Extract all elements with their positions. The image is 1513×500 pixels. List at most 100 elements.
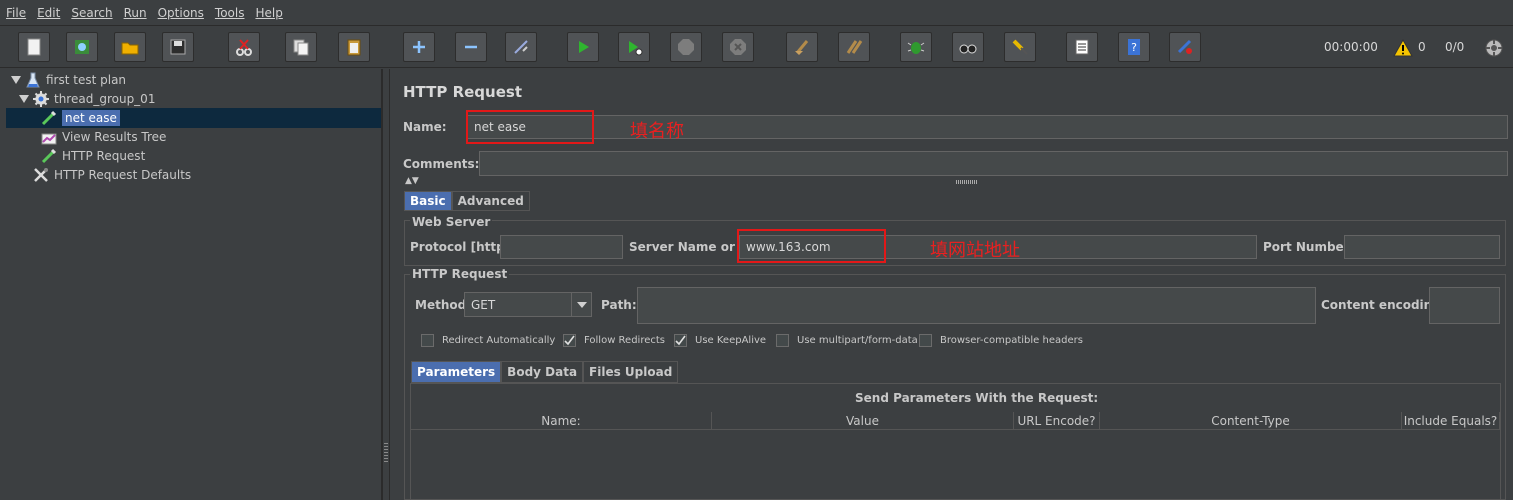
scissors-icon (236, 39, 252, 56)
plus-icon (413, 41, 425, 53)
split-divider[interactable] (382, 69, 390, 500)
clipboard-icon (347, 39, 361, 56)
parameters-table-title: Send Parameters With the Request: (855, 391, 1099, 405)
http-request-panel: HTTP Request Name: net ease 填名称 Comments… (391, 69, 1513, 500)
resize-handle-icon[interactable] (956, 180, 978, 184)
remote-icon (1177, 39, 1192, 54)
broom-icon (795, 40, 809, 55)
yellow-broom-icon (1012, 39, 1028, 55)
search-button[interactable] (952, 32, 984, 62)
open-button[interactable] (114, 32, 146, 62)
checkbox-box[interactable] (919, 334, 932, 347)
warnings-count: 0 (1418, 40, 1426, 54)
new-document-icon (27, 38, 41, 56)
remote-status-icon[interactable] (1484, 38, 1504, 58)
collapse-arrows-icon[interactable]: ▲▼ (405, 176, 419, 186)
menu-help[interactable]: Help (255, 6, 282, 20)
tab-parameters[interactable]: Parameters (411, 361, 502, 383)
page-title: HTTP Request (403, 83, 522, 101)
column-header-name[interactable]: Name: (411, 412, 712, 430)
remote-button[interactable] (1169, 32, 1201, 62)
menu-run[interactable]: Run (124, 6, 147, 20)
help-book-icon: ? (1128, 39, 1140, 55)
follow-redirects-checkbox[interactable]: Follow Redirects (563, 334, 665, 347)
tree-item-test-plan[interactable]: first test plan (10, 70, 126, 89)
column-header-include-equals[interactable]: Include Equals? (1402, 412, 1500, 430)
expanded-arrow-icon[interactable] (18, 93, 30, 105)
tree-item-view-results-tree[interactable]: View Results Tree (40, 127, 166, 146)
log-viewer-button[interactable] (1066, 32, 1098, 62)
server-annotation: 填网站地址 (930, 240, 1020, 261)
redirect-automatically-checkbox[interactable]: Redirect Automatically (421, 334, 555, 347)
thread-ratio: 0/0 (1445, 40, 1465, 54)
tree-item-http-request[interactable]: HTTP Request (40, 146, 145, 165)
comments-label: Comments: (403, 157, 480, 171)
content-encoding-field[interactable] (1429, 287, 1500, 324)
stop-button[interactable] (670, 32, 702, 62)
checkbox-box[interactable] (563, 334, 576, 347)
expand-button[interactable] (403, 32, 435, 62)
parameters-table-header: Name: Value URL Encode? Content-Type Inc… (411, 412, 1500, 430)
use-multipart-checkbox[interactable]: Use multipart/form-data (776, 334, 918, 347)
svg-text:?: ? (1131, 41, 1137, 54)
flask-icon (24, 71, 42, 89)
tab-advanced[interactable]: Advanced (451, 191, 530, 211)
save-icon (170, 39, 186, 55)
comments-field[interactable] (479, 151, 1508, 176)
collapse-button[interactable] (455, 32, 487, 62)
wrench-icon (32, 166, 50, 184)
protocol-field[interactable] (500, 235, 623, 259)
checkbox-box[interactable] (776, 334, 789, 347)
brooms-icon (846, 40, 863, 54)
copy-button[interactable] (285, 32, 317, 62)
divider-grip[interactable] (384, 442, 388, 462)
name-field[interactable]: net ease (467, 115, 1508, 139)
chevron-down-icon[interactable] (571, 293, 591, 316)
help-button[interactable]: ? (1118, 32, 1150, 62)
binoculars-icon (959, 44, 977, 54)
save-button[interactable] (162, 32, 194, 62)
checkmark-icon (675, 335, 686, 346)
expanded-arrow-icon[interactable] (10, 74, 22, 86)
toggle-button[interactable] (505, 32, 537, 62)
tab-body-data[interactable]: Body Data (501, 361, 584, 383)
clear-all-button[interactable] (838, 32, 870, 62)
clear-button[interactable] (786, 32, 818, 62)
shutdown-button[interactable] (722, 32, 754, 62)
menu-search[interactable]: Search (71, 6, 112, 20)
path-label: Path: (601, 298, 637, 312)
tab-files-upload[interactable]: Files Upload (583, 361, 679, 383)
method-select[interactable]: GET (464, 292, 592, 317)
checkbox-box[interactable] (421, 334, 434, 347)
port-number-field[interactable] (1344, 235, 1500, 259)
menu-edit[interactable]: Edit (37, 6, 60, 20)
reset-search-button[interactable] (1004, 32, 1036, 62)
browser-compatible-headers-checkbox[interactable]: Browser-compatible headers (919, 334, 1083, 347)
warning-icon[interactable] (1393, 39, 1413, 57)
start-no-pauses-button[interactable] (618, 32, 650, 62)
cut-button[interactable] (228, 32, 260, 62)
checkbox-box[interactable] (674, 334, 687, 347)
tab-basic[interactable]: Basic (404, 191, 452, 211)
column-header-value[interactable]: Value (712, 412, 1014, 430)
tree-item-thread-group[interactable]: thread_group_01 (18, 89, 155, 108)
start-button[interactable] (567, 32, 599, 62)
column-header-content-type[interactable]: Content-Type (1100, 412, 1402, 430)
new-button[interactable] (18, 32, 50, 62)
use-keepalive-checkbox[interactable]: Use KeepAlive (674, 334, 766, 347)
tree-item-net-ease[interactable]: net ease (40, 108, 120, 127)
templates-button[interactable] (66, 32, 98, 62)
list-icon (1075, 39, 1089, 55)
menu-file[interactable]: File (6, 6, 26, 20)
menu-options[interactable]: Options (158, 6, 204, 20)
bug-icon (907, 42, 925, 54)
content-encoding-label: Content encoding: (1321, 298, 1446, 312)
column-header-url-encode[interactable]: URL Encode? (1014, 412, 1100, 430)
path-field[interactable] (637, 287, 1316, 324)
paste-button[interactable] (338, 32, 370, 62)
tree-item-label: first test plan (46, 72, 127, 87)
function-helper-button[interactable] (900, 32, 932, 62)
tree-item-http-request-defaults[interactable]: HTTP Request Defaults (32, 165, 191, 184)
menu-tools[interactable]: Tools (215, 6, 245, 20)
tree-item-label: HTTP Request (62, 148, 146, 163)
